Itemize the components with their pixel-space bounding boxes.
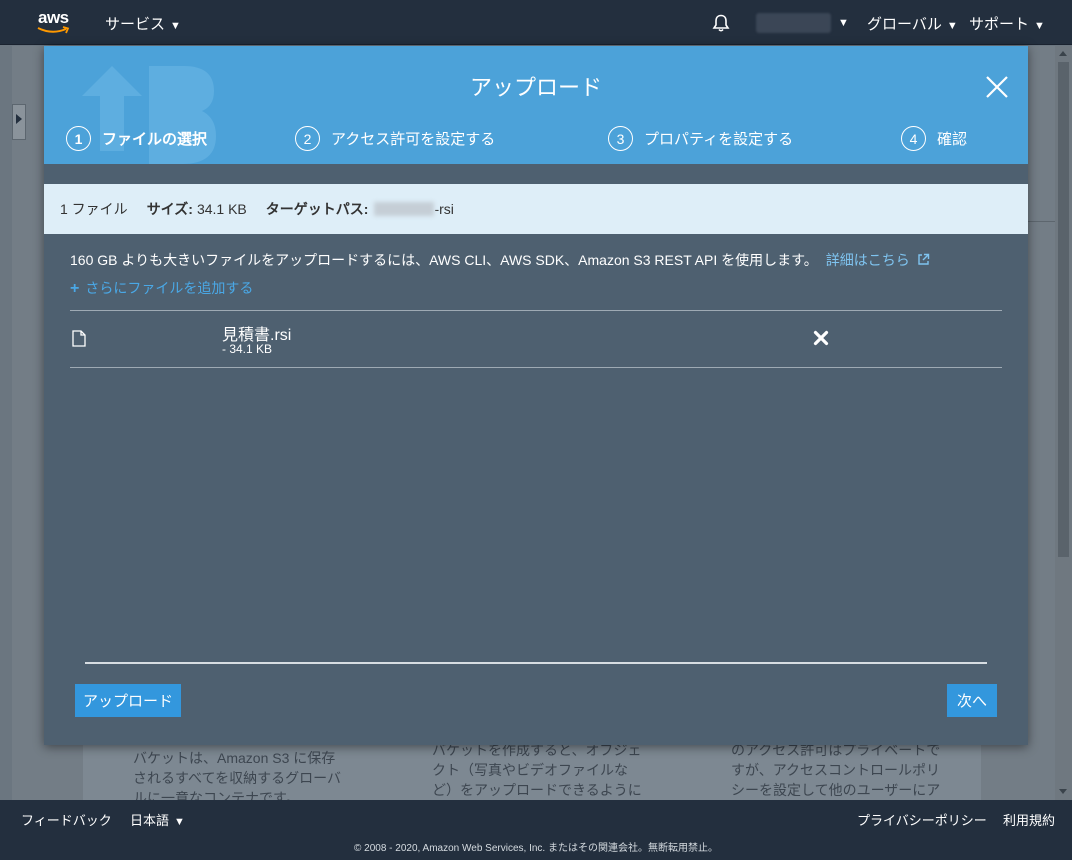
remove-file-icon[interactable]: [813, 330, 829, 346]
close-icon[interactable]: [984, 74, 1010, 100]
upload-summary-bar: 1 ファイル サイズ: 34.1 KB ターゲットパス: -rsi: [44, 184, 1028, 234]
step-label: 確認: [937, 131, 968, 148]
modal-footer-divider: [85, 662, 987, 664]
aws-logo[interactable]: aws: [37, 8, 73, 35]
size-value: 34.1 KB: [196, 201, 247, 217]
step-select-files[interactable]: 1 ファイルの選択: [66, 126, 207, 151]
step-set-properties[interactable]: 3 プロパティを設定する: [608, 126, 793, 151]
step-label: アクセス許可を設定する: [331, 131, 496, 148]
services-menu-label: サービス: [105, 16, 166, 33]
background-text-buckets: バケットは、Amazon S3 に保存されるすべてを収納するグローバルに一意なコ…: [133, 750, 342, 806]
upload-modal: アップロード 1 ファイルの選択 2 アクセス許可を設定する 3 プロパティを設…: [44, 46, 1028, 745]
upload-button[interactable]: アップロード: [75, 684, 181, 717]
region-menu-label: グローバル: [867, 16, 942, 33]
caret-down-icon: ▼: [170, 20, 181, 32]
modal-header: アップロード 1 ファイルの選択 2 アクセス許可を設定する 3 プロパティを設…: [44, 46, 1028, 164]
external-link-icon: [917, 253, 929, 265]
account-menu-caret[interactable]: ▼: [833, 13, 849, 30]
target-path-suffix: -rsi: [434, 201, 454, 217]
terms-link[interactable]: 利用規約: [1003, 810, 1055, 829]
target-path-label: ターゲットパス:: [265, 201, 369, 217]
services-menu[interactable]: サービス ▼: [105, 13, 181, 34]
target-path-redacted: [374, 202, 435, 216]
step-set-permissions[interactable]: 2 アクセス許可を設定する: [295, 126, 495, 151]
top-navbar: aws サービス ▼ ▼ グローバル ▼ サポート ▼: [0, 0, 1072, 45]
step-number: 1: [66, 126, 91, 151]
learn-more-link[interactable]: 詳細はこちら: [826, 252, 930, 268]
modal-title: アップロード: [469, 75, 602, 100]
background-divider: [1027, 221, 1055, 222]
support-menu[interactable]: サポート ▼: [969, 13, 1045, 34]
scroll-up-icon[interactable]: [1059, 51, 1067, 56]
caret-down-icon: ▼: [1034, 20, 1045, 32]
privacy-policy-link[interactable]: プライバシーポリシー: [857, 810, 987, 829]
size-label: サイズ:: [146, 201, 193, 217]
language-selector[interactable]: 日本語 ▼: [130, 810, 185, 829]
file-count: 1 ファイル: [60, 201, 128, 217]
caret-down-icon: ▼: [174, 816, 185, 828]
header-gap: [44, 164, 1028, 184]
learn-more-label: 詳細はこちら: [825, 252, 910, 268]
chevron-right-icon: [16, 114, 22, 124]
step-label: プロパティを設定する: [644, 131, 794, 148]
step-number: 4: [901, 126, 926, 151]
large-file-notice: 160 GB よりも大きいファイルをアップロードするには、AWS CLI、AWS…: [70, 250, 930, 270]
page-scrollbar-thumb[interactable]: [1058, 62, 1069, 557]
plus-icon: +: [70, 280, 80, 297]
region-menu[interactable]: グローバル ▼: [867, 13, 958, 34]
support-menu-label: サポート: [969, 16, 1030, 33]
background-info-card: バケットは、Amazon S3 に保存されるすべてを収納するグローバルに一意なコ…: [83, 742, 981, 818]
aws-logo-text: aws: [38, 8, 69, 27]
notice-text: 160 GB よりも大きいファイルをアップロードするには、AWS CLI、AWS…: [70, 252, 818, 268]
account-name-redacted[interactable]: [756, 13, 831, 33]
page-footer: フィードバック 日本語 ▼ プライバシーポリシー 利用規約 © 2008 - 20…: [0, 800, 1072, 860]
step-review[interactable]: 4 確認: [901, 126, 967, 151]
copyright-text: © 2008 - 2020, Amazon Web Services, Inc.…: [354, 843, 718, 854]
file-size: - 34.1 KB: [222, 342, 273, 356]
feedback-link[interactable]: フィードバック: [21, 810, 112, 829]
caret-down-icon: ▼: [946, 20, 958, 32]
language-label: 日本語: [130, 813, 170, 828]
file-list: 見積書.rsi - 34.1 KB: [70, 310, 1002, 368]
step-label: ファイルの選択: [102, 131, 208, 148]
scroll-down-icon[interactable]: [1059, 789, 1067, 794]
file-icon: [72, 330, 86, 347]
add-more-files-link[interactable]: + さらにファイルを追加する: [70, 278, 253, 298]
bell-icon[interactable]: [711, 13, 731, 33]
add-more-files-label: さらにファイルを追加する: [85, 280, 254, 296]
aws-smile-icon: [37, 26, 70, 34]
next-button[interactable]: 次へ: [947, 684, 997, 717]
step-number: 2: [295, 126, 320, 151]
step-number: 3: [608, 126, 633, 151]
caret-down-icon: ▼: [838, 17, 849, 29]
